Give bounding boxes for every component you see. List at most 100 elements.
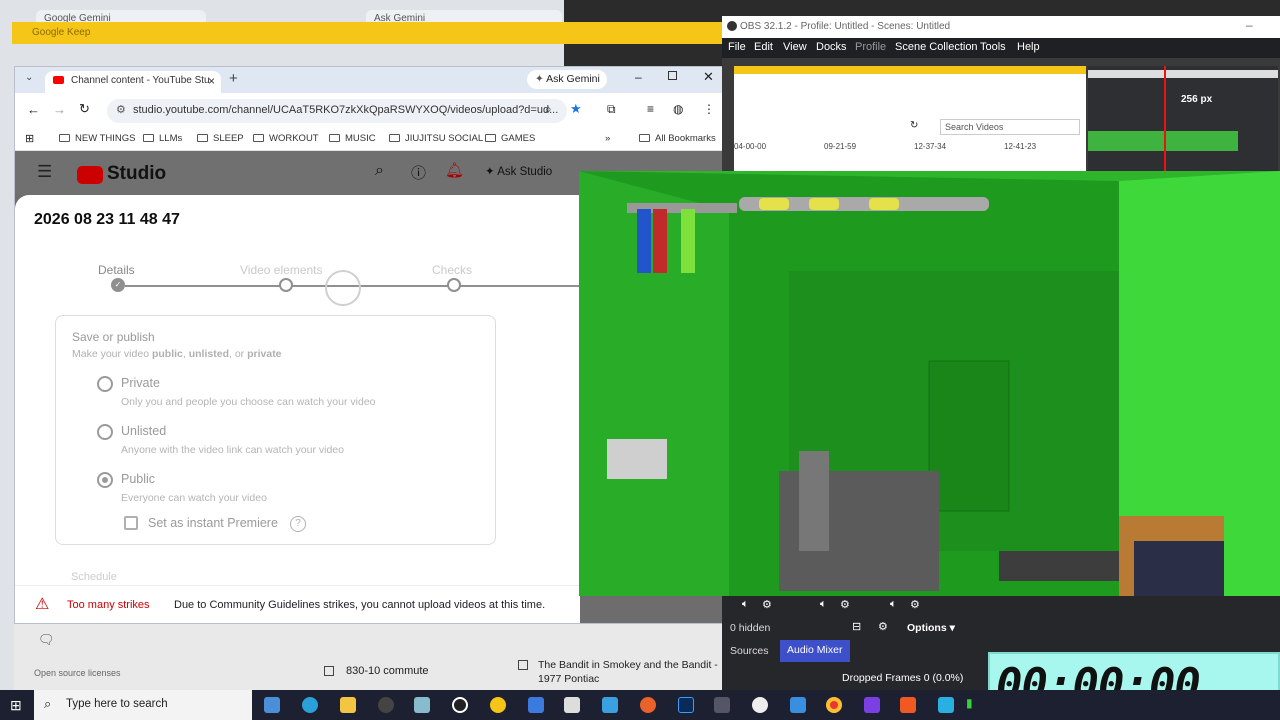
tab-channel-content[interactable]: Channel content - YouTube Stu × [45,71,221,93]
minimize-icon[interactable]: – [635,70,642,84]
back-arrow-icon[interactable]: ← [27,102,40,117]
checkbox[interactable] [324,666,334,676]
google-keep-window-bar[interactable]: Google Keep [12,22,722,44]
chrome-taskbar-icon[interactable] [826,697,842,713]
site-info-icon[interactable]: ⚙ [116,103,126,116]
taskbar-search-input[interactable]: ⌕ Type here to search [34,690,252,720]
video-title: 2026 08 23 11 48 47 [34,211,180,228]
keep-icon[interactable] [490,697,506,713]
obs-title-text: OBS 32.1.2 - Profile: Untitled - Scenes:… [740,21,951,32]
radio-public[interactable] [97,472,113,488]
bookmark-folder[interactable]: NEW THINGS [59,133,136,144]
open-source-licenses-link[interactable]: Open source licenses [34,668,121,678]
network-icon[interactable]: ▮ [966,696,973,710]
task-view-icon[interactable] [264,697,280,713]
settings-gear-icon[interactable]: ⚙ [762,598,772,611]
option-description: Anyone with the video link can watch you… [121,444,344,456]
reading-list-icon[interactable]: ≡ [647,102,654,116]
app-icon[interactable] [864,697,880,713]
checkbox[interactable] [518,660,528,670]
hamburger-menu-icon[interactable]: ☰ [37,162,52,182]
more-bookmarks-button[interactable]: » [605,133,610,144]
file-explorer-icon[interactable] [340,697,356,713]
mixer-settings-icon[interactable]: ⚙ [878,620,888,633]
menu-edit[interactable]: Edit [754,41,773,53]
step-details[interactable]: Details [98,263,135,277]
docs-icon[interactable] [528,697,544,713]
search-icon[interactable]: ⌕ [375,162,384,180]
photoshop-icon[interactable] [678,697,694,713]
app-icon[interactable] [938,697,954,713]
profile-icon[interactable]: ◍ [673,102,683,116]
bookmark-folder[interactable]: WORKOUT [253,133,319,144]
menu-profile[interactable]: Profile [855,41,886,53]
tab-close-icon[interactable]: × [208,74,215,88]
brave-icon[interactable] [900,697,916,713]
maximize-icon[interactable] [668,71,677,80]
volume-icon[interactable]: 🔈︎ [890,598,897,611]
settings-gear-icon[interactable]: ⚙ [840,598,850,611]
app-icon[interactable] [714,697,730,713]
minimize-icon[interactable]: – [1246,18,1253,32]
menu-tools[interactable]: Tools [980,41,1006,53]
obs-taskbar-icon[interactable] [452,697,468,713]
address-bar[interactable]: ⚙ studio.youtube.com/channel/UCAaT5RKO7z… [107,99,567,123]
app-icon[interactable] [414,697,430,713]
app-icon[interactable] [790,697,806,713]
menu-kebab-icon[interactable]: ⋮ [703,102,715,116]
options-dropdown[interactable]: Options ▾ [907,622,955,634]
tab-search-chevron-icon[interactable]: ⌄ [25,72,33,83]
extensions-icon[interactable]: ⧉ [607,102,616,117]
bookmark-folder[interactable]: MUSIC [329,133,376,144]
zoom-icon[interactable]: ⌕ [545,102,552,117]
forward-arrow-icon[interactable]: → [53,102,66,117]
volume-icon[interactable]: 🔈︎ [742,598,749,611]
step-video-elements[interactable]: Video elements [240,263,323,277]
menu-file[interactable]: File [728,41,746,53]
notifications-icon[interactable]: 🔔︎ [445,161,464,179]
windows-start-icon[interactable]: ⊞ [10,697,22,714]
search-videos-input[interactable]: Search Videos [940,119,1080,135]
app-icon[interactable] [752,697,768,713]
firefox-icon[interactable] [640,697,656,713]
windows-taskbar: ⊞ ⌕ Type here to search ▮ [0,690,1280,720]
youtube-logo-icon[interactable] [77,166,103,184]
help-question-icon[interactable]: ? [290,516,306,532]
app-icon[interactable] [602,697,618,713]
app-icon[interactable] [378,697,394,713]
volume-icon[interactable]: 🔈︎ [820,598,827,611]
radio-private[interactable] [97,376,113,392]
menu-view[interactable]: View [783,41,807,53]
tab-sources[interactable]: Sources [730,645,769,657]
step-checks[interactable]: Checks [432,263,472,277]
strike-label[interactable]: Too many strikes [67,599,150,611]
settings-gear-icon[interactable]: ⚙ [910,598,920,611]
folder-icon [253,134,264,142]
bookmark-folder[interactable]: LLMs [143,133,182,144]
all-bookmarks-button[interactable]: All Bookmarks [639,133,716,144]
close-window-icon[interactable]: ✕ [703,69,714,85]
bookmark-star-icon[interactable]: ★ [570,101,582,117]
radio-unlisted[interactable] [97,424,113,440]
bookmark-folder[interactable]: GAMES [485,133,535,144]
app-icon[interactable] [564,697,580,713]
feedback-icon[interactable]: 🗨︎ [38,632,55,648]
instant-premiere-checkbox[interactable] [124,516,138,530]
tab-audio-mixer[interactable]: Audio Mixer [780,640,850,662]
list-item[interactable]: The Bandit in Smokey and the Bandit - 19… [538,658,718,686]
ask-gemini-button[interactable]: ✦ Ask Gemini [527,70,607,89]
refresh-icon[interactable]: ↻ [910,120,918,131]
menu-docks[interactable]: Docks [816,41,847,53]
menu-help[interactable]: Help [1017,41,1040,53]
help-icon[interactable]: ⓘ [411,162,426,183]
edge-icon[interactable] [302,697,318,713]
ask-studio-button[interactable]: ✦ Ask Studio [485,164,552,178]
layout-icon[interactable]: ⊟ [852,620,861,633]
new-tab-button[interactable]: + [229,70,238,87]
list-item[interactable]: 830-10 commute [346,665,429,677]
bookmark-folder[interactable]: JIUJITSU SOCIAL [389,133,483,144]
reload-icon[interactable]: ↻ [79,101,90,117]
menu-scene-collection[interactable]: Scene Collection [895,41,978,53]
apps-grid-icon[interactable]: ⊞ [25,132,34,145]
bookmark-folder[interactable]: SLEEP [197,133,244,144]
